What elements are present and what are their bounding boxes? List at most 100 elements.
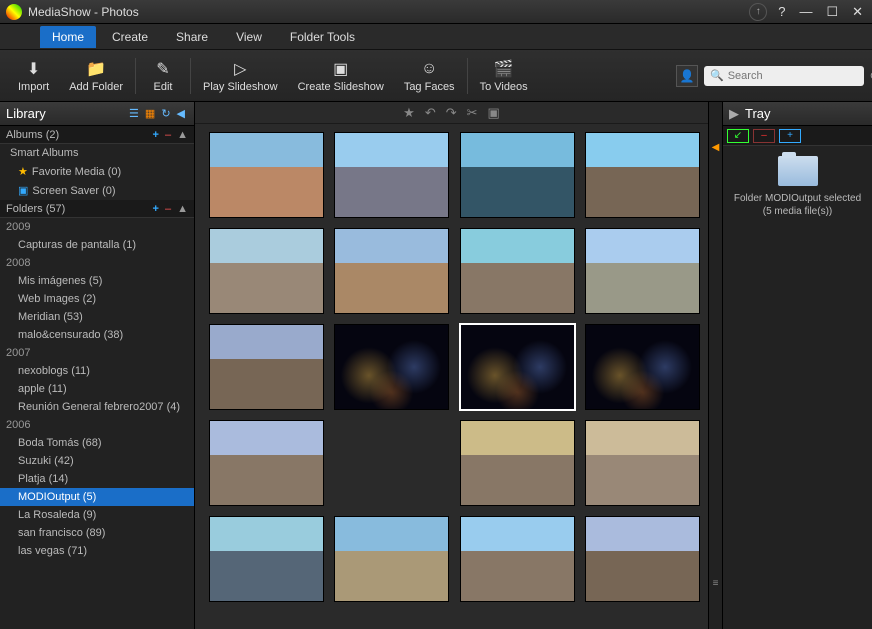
photo-thumbnail[interactable] <box>585 324 700 410</box>
tree-item[interactable]: apple (11) <box>0 380 194 398</box>
folders-section-header[interactable]: Folders (57) + – ▲ <box>0 200 194 218</box>
year-2008[interactable]: 2008 <box>0 254 194 272</box>
stack-icon[interactable]: ▣ <box>488 105 500 121</box>
photo-thumbnail[interactable] <box>209 132 324 218</box>
play-slideshow-icon: ▷ <box>234 59 246 79</box>
strip-handle-icon[interactable]: ≡ <box>713 578 719 589</box>
import-button[interactable]: ⬇Import <box>8 57 59 95</box>
help-button[interactable]: ? <box>775 4 788 19</box>
play-slideshow-button[interactable]: ▷Play Slideshow <box>193 57 288 95</box>
tree-item[interactable]: Meridian (53) <box>0 308 194 326</box>
import-label: Import <box>18 81 49 93</box>
tray-new-button[interactable]: + <box>779 129 801 143</box>
albums-section-header[interactable]: Albums (2) + – ▲ <box>0 126 194 144</box>
photo-thumbnail[interactable] <box>585 228 700 314</box>
edit-button[interactable]: ✎Edit <box>138 57 188 95</box>
photo-thumbnail[interactable] <box>209 420 324 506</box>
photo-thumbnail[interactable] <box>209 228 324 314</box>
thumbnail-pane: ★ ↶ ↷ ✂ ▣ <box>195 102 708 629</box>
tree-item[interactable]: La Rosaleda (9) <box>0 506 194 524</box>
tree-item[interactable]: Reunión General febrero2007 (4) <box>0 398 194 416</box>
screen-saver-item[interactable]: ▣Screen Saver (0) <box>0 181 194 200</box>
library-title: Library <box>6 106 126 121</box>
photo-thumbnail[interactable] <box>334 324 449 410</box>
collapse-panel-icon[interactable]: ◀ <box>177 107 185 120</box>
library-header: Library ☰ ▦ ↻ ◀ <box>0 102 194 126</box>
tree-item[interactable]: san francisco (89) <box>0 524 194 542</box>
photo-thumbnail[interactable] <box>585 516 700 602</box>
collapse-icon[interactable]: ▲ <box>177 129 188 141</box>
separator <box>190 58 191 94</box>
to-videos-button[interactable]: 🎬 To Videos <box>470 57 538 95</box>
tab-folder-tools[interactable]: Folder Tools <box>278 26 367 48</box>
view-list-icon[interactable]: ☰ <box>129 107 139 120</box>
to-videos-label: To Videos <box>480 81 528 93</box>
add-album-icon[interactable]: + <box>153 129 159 141</box>
add-folder-tree-icon[interactable]: + <box>153 203 159 215</box>
tray-header: ▶ Tray <box>723 102 872 126</box>
view-grid-icon[interactable]: ▦ <box>145 107 155 120</box>
favorite-icon[interactable]: ★ <box>403 105 415 121</box>
star-icon: ★ <box>18 166 28 178</box>
tag-faces-label: Tag Faces <box>404 81 455 93</box>
tab-create[interactable]: Create <box>100 26 160 48</box>
remove-album-icon[interactable]: – <box>165 129 171 141</box>
rotate-right-icon[interactable]: ↷ <box>446 105 457 121</box>
tree-item[interactable]: Web Images (2) <box>0 290 194 308</box>
tab-view[interactable]: View <box>224 26 274 48</box>
upload-icon[interactable]: ↑ <box>749 3 767 21</box>
create-slideshow-button[interactable]: ▣Create Slideshow <box>288 57 394 95</box>
separator <box>135 58 136 94</box>
tree-item[interactable]: Boda Tomás (68) <box>0 434 194 452</box>
photo-thumbnail[interactable] <box>460 420 575 506</box>
tree-item[interactable]: nexoblogs (11) <box>0 362 194 380</box>
search-input[interactable] <box>728 70 870 82</box>
year-2007[interactable]: 2007 <box>0 344 194 362</box>
photo-thumbnail[interactable] <box>334 516 449 602</box>
remove-folder-tree-icon[interactable]: – <box>165 203 171 215</box>
photo-thumbnail[interactable] <box>460 132 575 218</box>
tree-item-selected[interactable]: MODIOutput (5) <box>0 488 194 506</box>
tree-item[interactable]: Mis imágenes (5) <box>0 272 194 290</box>
year-2009[interactable]: 2009 <box>0 218 194 236</box>
tree-item[interactable]: malo&censurado (38) <box>0 326 194 344</box>
tag-faces-button[interactable]: ☺Tag Faces <box>394 57 465 95</box>
tray-title: Tray <box>745 106 771 121</box>
photo-thumbnail[interactable] <box>334 132 449 218</box>
tree-item[interactable]: Suzuki (42) <box>0 452 194 470</box>
photo-thumbnail[interactable] <box>460 228 575 314</box>
refresh-icon[interactable]: ↻ <box>161 107 170 120</box>
tree-item[interactable]: Platja (14) <box>0 470 194 488</box>
profile-button[interactable]: 👤 <box>676 65 698 87</box>
maximize-button[interactable]: ☐ <box>823 4 841 20</box>
thumbnail-grid-scroll[interactable] <box>195 124 708 629</box>
photo-thumbnail-selected[interactable] <box>460 324 575 410</box>
photo-thumbnail[interactable] <box>209 324 324 410</box>
collapse-icon[interactable]: ▲ <box>177 203 188 215</box>
tree-item[interactable]: Capturas de pantalla (1) <box>0 236 194 254</box>
favorite-media-item[interactable]: ★Favorite Media (0) <box>0 162 194 181</box>
marker-icon[interactable]: ◀ <box>712 142 720 153</box>
to-videos-icon: 🎬 <box>494 59 514 79</box>
tree-item[interactable]: las vegas (71) <box>0 542 194 560</box>
close-button[interactable]: ✕ <box>849 4 866 20</box>
tray-remove-button[interactable]: – <box>753 129 775 143</box>
expand-tray-icon[interactable]: ▶ <box>729 106 739 122</box>
add-folder-button[interactable]: 📁Add Folder <box>59 57 133 95</box>
window-title: MediaShow - Photos <box>28 5 749 19</box>
search-box[interactable]: 🔍 ⊘ <box>704 66 864 86</box>
year-2006[interactable]: 2006 <box>0 416 194 434</box>
rotate-left-icon[interactable]: ↶ <box>425 105 436 121</box>
photo-thumbnail[interactable] <box>334 228 449 314</box>
tab-share[interactable]: Share <box>164 26 220 48</box>
crop-icon[interactable]: ✂ <box>467 105 478 121</box>
folder-icon[interactable] <box>778 156 818 186</box>
smart-albums-item[interactable]: Smart Albums <box>0 144 194 162</box>
minimize-button[interactable]: — <box>796 4 815 19</box>
photo-thumbnail[interactable] <box>585 132 700 218</box>
tray-add-button[interactable]: ↙ <box>727 129 749 143</box>
photo-thumbnail[interactable] <box>460 516 575 602</box>
photo-thumbnail[interactable] <box>209 516 324 602</box>
photo-thumbnail[interactable] <box>585 420 700 506</box>
tab-home[interactable]: Home <box>40 26 96 48</box>
